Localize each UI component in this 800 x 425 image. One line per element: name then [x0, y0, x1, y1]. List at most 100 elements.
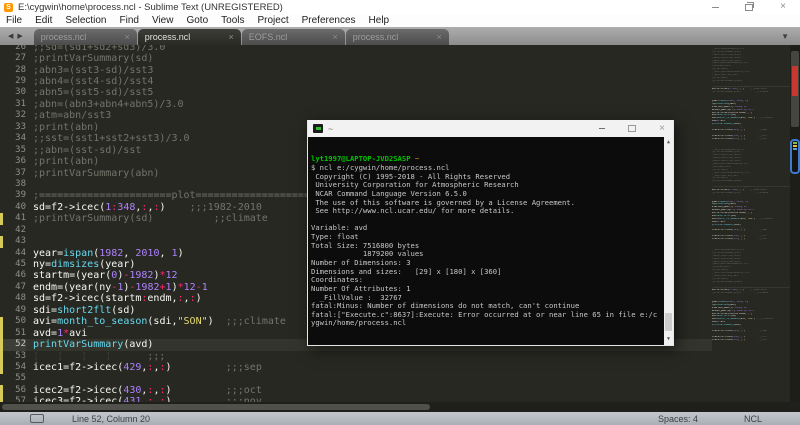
token: avi	[721, 321, 725, 323]
diff-marker	[0, 385, 3, 402]
line-number: 53	[0, 351, 26, 362]
code-text: avd=1*avi	[26, 328, 87, 339]
terminal-scrollbar-thumb[interactable]	[665, 313, 672, 331]
code-line[interactable]: 31;abn=(abn3+abn4+abn5)/3.0	[0, 99, 712, 110]
token: sd=f2->icec(startm	[712, 212, 738, 214]
token: ;print(abn)	[33, 122, 99, 133]
token: dimsizes	[716, 304, 728, 306]
terminal-text: Coordinates:	[311, 275, 363, 284]
token: ;;;sep	[172, 362, 262, 373]
token: 1	[752, 310, 753, 312]
syntax-setting[interactable]: NCL	[744, 414, 762, 424]
terminal-text: The use of this software is governed by …	[311, 198, 575, 207]
menu-edit[interactable]: Edit	[35, 15, 52, 26]
token: icec2=f2->icec(	[712, 235, 734, 237]
code-line[interactable]: 56icec2=f2->icec(430,:,:) ;;;oct	[0, 385, 712, 396]
code-text: ;print(abn)	[26, 156, 99, 167]
terminal-window[interactable]: ~ × lyt1997@LAPTOP-JVD2SASP ~$ ncl e:/cy…	[307, 120, 674, 346]
token: ny=	[33, 259, 51, 270]
code-line[interactable]: 26;;sd=(sd1+sd2+sd3)/3.0	[0, 45, 712, 53]
horizontal-scrollbar-thumb[interactable]	[2, 404, 430, 410]
tab-overflow-icon[interactable]: ▼	[781, 32, 789, 41]
vertical-scrollbar[interactable]	[790, 45, 800, 402]
token: ;atm=abn/sst3	[712, 65, 731, 67]
code-line[interactable]: 53¦ ¦ ¦ ¦ ;;;	[0, 351, 712, 362]
token: (avd)	[123, 339, 153, 350]
code-line[interactable]: 29;abn4=(sst4-sd)/sst4	[0, 76, 712, 87]
token: ;abn5=(sst5-sd)/sst5	[33, 87, 153, 98]
terminal-maximize-button[interactable]	[626, 123, 638, 135]
token: endm,	[739, 313, 746, 315]
code-line[interactable]: 28;abn3=(sst3-sd)/sst3	[0, 65, 712, 76]
tab-process.ncl[interactable]: process.ncl×	[346, 29, 449, 45]
scroll-down-icon[interactable]: ▼	[664, 335, 673, 344]
terminal-output: lyt1997@LAPTOP-JVD2SASP ~$ ncl e:/cygwin…	[311, 155, 662, 345]
token: ;;;oct	[745, 135, 767, 137]
tab-nav-left-icon[interactable]: ◀	[8, 33, 17, 40]
terminal-maximize-icon	[628, 125, 636, 132]
menu-project[interactable]: Project	[258, 15, 289, 26]
token: ;print(abn)	[712, 77, 728, 79]
token: ;;;climate	[755, 218, 772, 220]
token: ;printVarSummary(abn)	[712, 80, 742, 82]
code-text: ;abn4=(sst4-sd)/sst4	[26, 76, 153, 87]
code-line[interactable]: 27;printVarSummary(sd)	[0, 53, 712, 64]
menu-view[interactable]: View	[152, 15, 174, 26]
tab-process.ncl[interactable]: process.ncl×	[34, 29, 137, 45]
token: (year)	[728, 103, 737, 105]
terminal-title-bar[interactable]: ~ ×	[308, 120, 673, 137]
minimap[interactable]: ;;sd=(sd1+sd2+sd3)/3.0;printVarSummary(s…	[712, 48, 790, 400]
tab-close-icon[interactable]: ×	[125, 32, 130, 42]
token: ;;abn=(sst-sd)/sst	[712, 175, 738, 177]
token: ;;;climate	[755, 117, 772, 119]
close-button[interactable]: ×	[766, 0, 800, 14]
menu-selection[interactable]: Selection	[65, 15, 106, 26]
token: avd=	[33, 328, 57, 339]
token: 429	[123, 362, 141, 373]
terminal-text: Number of Dimensions: 3	[311, 258, 411, 267]
horizontal-scrollbar[interactable]	[0, 402, 800, 412]
code-line[interactable]: 54icec1=f2->icec(429,:,:) ;;;sep	[0, 362, 712, 373]
scroll-up-icon[interactable]: ▲	[664, 138, 673, 147]
terminal-body[interactable]: lyt1997@LAPTOP-JVD2SASP ~$ ncl e:/cygwin…	[308, 137, 673, 345]
token: icec3=f2->icec(	[712, 339, 734, 341]
menu-find[interactable]: Find	[120, 15, 139, 26]
code-line[interactable]: 30;abn5=(sst5-sd)/sst5	[0, 87, 712, 98]
token: 12	[744, 307, 747, 309]
vintage-mode-icon[interactable]	[30, 414, 44, 423]
tab-EOFS.ncl[interactable]: EOFS.ncl×	[242, 29, 345, 45]
tab-nav-right-icon[interactable]: ▶	[17, 33, 26, 40]
token: ;abn5=(sst5-sd)/sst5	[712, 60, 741, 62]
menu-tools[interactable]: Tools	[221, 15, 244, 26]
code-text: ;atm=abn/sst3	[26, 110, 111, 121]
terminal-minimize-button[interactable]	[596, 123, 608, 135]
tab-process.ncl[interactable]: process.ncl×	[138, 29, 241, 45]
terminal-close-button[interactable]: ×	[656, 123, 668, 135]
token: icec1=f2->icec(	[712, 330, 734, 332]
token: )	[751, 313, 752, 315]
tab-nav-arrows[interactable]: ◀▶	[8, 32, 27, 40]
terminal-scrollbar[interactable]: ▲ ▼	[664, 137, 673, 345]
tab-close-icon[interactable]: ×	[333, 32, 338, 42]
tab-close-icon[interactable]: ×	[229, 32, 234, 42]
minimap-gap	[712, 342, 790, 350]
status-bar: Line 52, Column 20 Spaces: 4 NCL	[0, 412, 800, 425]
token: ;;;sep	[745, 330, 767, 332]
menu-help[interactable]: Help	[369, 15, 390, 26]
menu-preferences[interactable]: Preferences	[302, 15, 356, 26]
token: (sdi,	[739, 318, 746, 320]
cursor-position: Line 52, Column 20	[72, 414, 150, 424]
code-line[interactable]: 55	[0, 373, 712, 384]
minimize-button[interactable]	[698, 0, 732, 14]
window-title: E:\cygwin\home\process.ncl - Sublime Tex…	[18, 2, 283, 13]
tab-close-icon[interactable]: ×	[437, 32, 442, 42]
menu-goto[interactable]: Goto	[186, 15, 208, 26]
menu-file[interactable]: File	[6, 15, 22, 26]
token: ;print(abn)	[712, 278, 728, 280]
token: year=	[33, 248, 63, 259]
token: icec3=f2->icec(	[712, 138, 734, 140]
restore-button[interactable]	[732, 0, 766, 14]
sublime-logo-icon: S	[4, 3, 13, 12]
indent-setting[interactable]: Spaces: 4	[658, 414, 698, 424]
token: )	[196, 293, 202, 304]
